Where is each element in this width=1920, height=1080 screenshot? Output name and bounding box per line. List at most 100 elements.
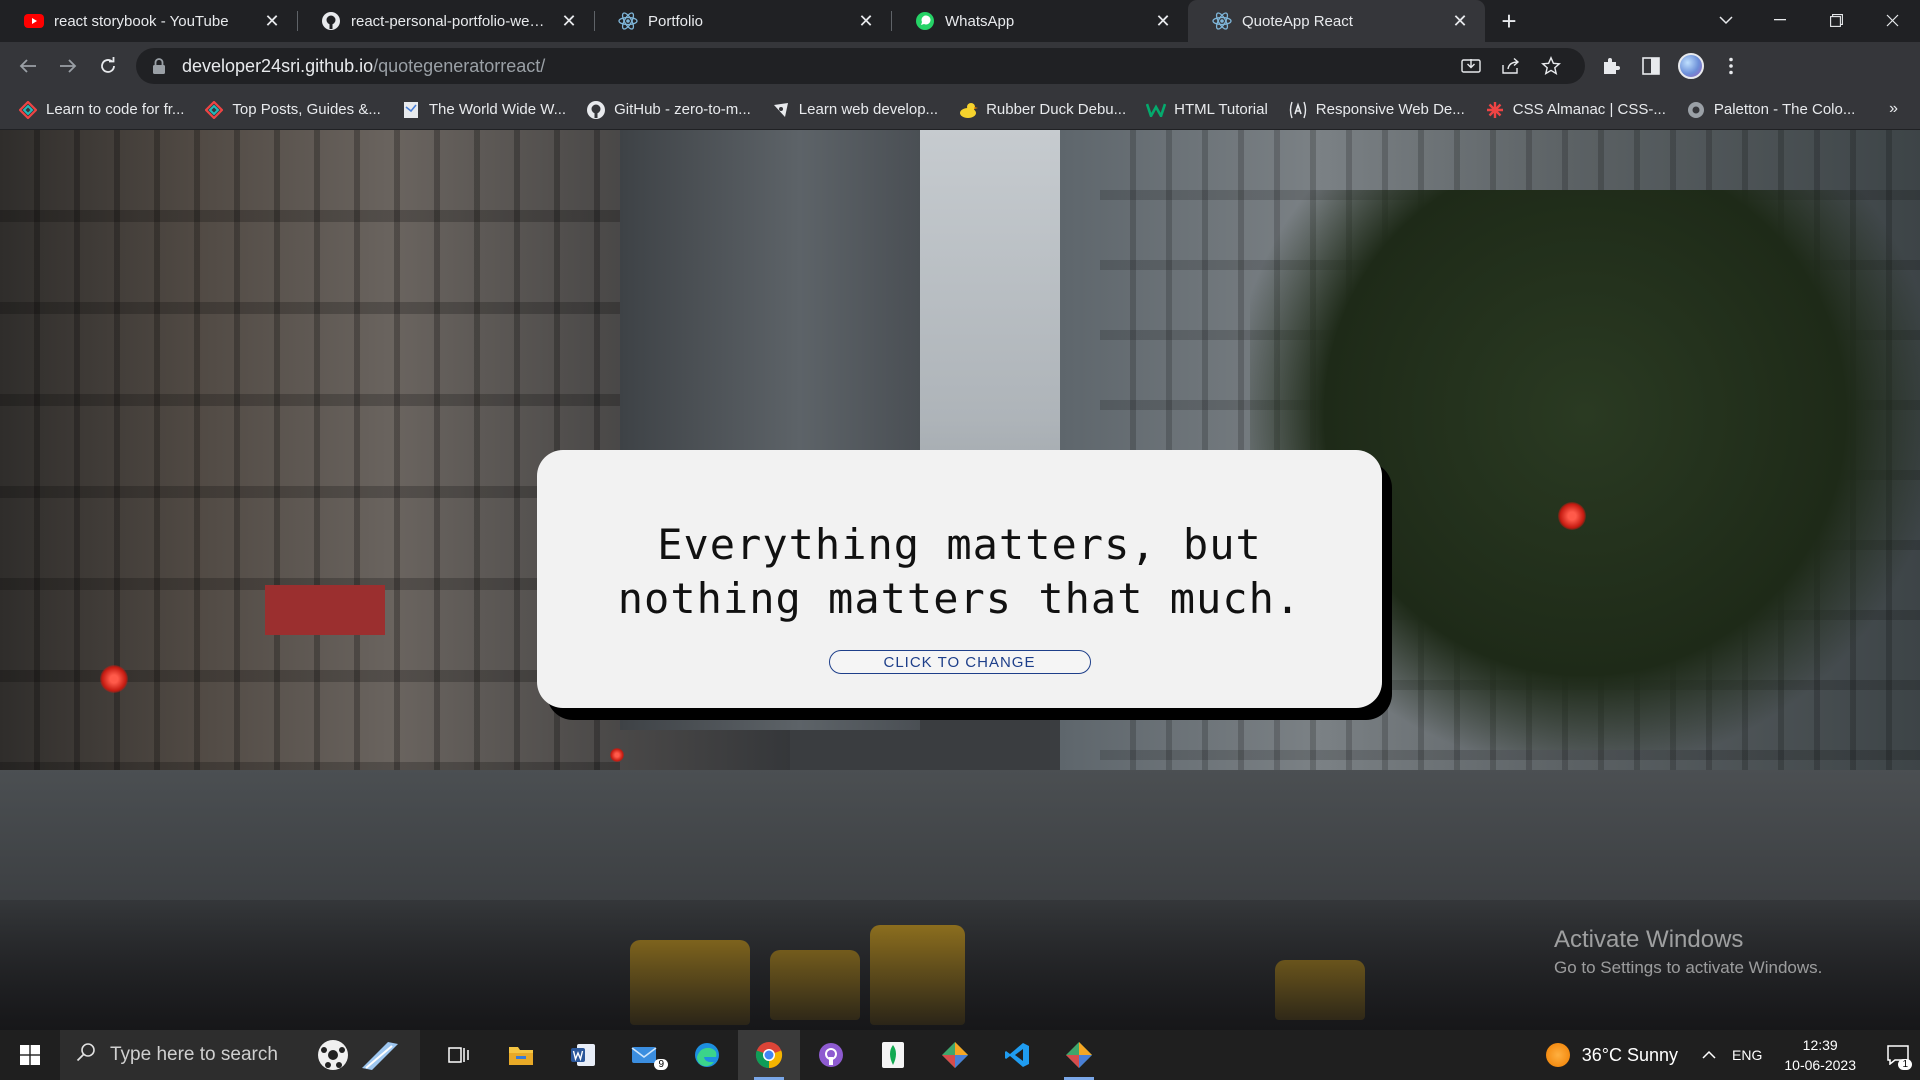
github-icon (586, 100, 606, 120)
close-icon[interactable]: ✕ (1449, 10, 1471, 32)
install-app-icon[interactable] (1451, 50, 1491, 82)
github-desktop-icon[interactable] (800, 1030, 862, 1080)
bookmarks-bar: Learn to code for fr... Top Posts, Guide… (0, 90, 1920, 130)
forward-button[interactable] (48, 46, 88, 86)
bookmark-label: Responsive Web De... (1315, 101, 1465, 118)
git-gui-icon[interactable] (1048, 1030, 1110, 1080)
youtube-icon (24, 11, 44, 31)
windows-taskbar: Type here to search 9 36°C Sunny ENG 12:… (0, 1030, 1920, 1080)
notification-center-button[interactable]: 1 (1876, 1030, 1920, 1080)
restore-button[interactable] (1808, 0, 1864, 40)
activate-windows-watermark: Activate Windows Go to Settings to activ… (1554, 926, 1822, 978)
system-tray: 36°C Sunny ENG 12:39 10-06-2023 1 (1545, 1030, 1920, 1080)
page-content: Everything matters, but nothing matters … (0, 130, 1920, 1030)
search-highlight-icon (316, 1038, 406, 1072)
bookmark-mdn[interactable]: Learn web develop... (769, 95, 948, 125)
browser-toolbar: developer24sri.github.io/quotegeneratorr… (0, 42, 1920, 90)
tab-whatsapp[interactable]: WhatsApp ✕ (891, 0, 1188, 42)
bookmark-label: The World Wide W... (428, 101, 567, 118)
bookmark-css-almanac[interactable]: CSS Almanac | CSS-... (1483, 95, 1676, 125)
bookmark-freecodecamp[interactable]: Learn to code for fr... (16, 95, 194, 125)
watermark-title: Activate Windows (1554, 926, 1744, 953)
page-icon (401, 100, 421, 120)
tab-title: WhatsApp (945, 12, 1015, 30)
close-icon[interactable]: ✕ (1152, 10, 1174, 32)
lock-icon[interactable] (152, 58, 168, 74)
reload-button[interactable] (88, 46, 128, 86)
mdn-icon (771, 100, 791, 120)
profile-avatar[interactable] (1671, 46, 1711, 86)
tab-github[interactable]: react-personal-portfolio-website ✕ (297, 0, 594, 42)
menu-icon[interactable] (1711, 46, 1751, 86)
task-view-icon[interactable] (428, 1030, 490, 1080)
avatar (1678, 53, 1704, 79)
start-button[interactable] (0, 1030, 60, 1080)
word-icon[interactable] (552, 1030, 614, 1080)
mail-badge: 9 (654, 1059, 668, 1070)
bookmark-label: Learn to code for fr... (46, 101, 185, 118)
watermark-subtitle: Go to Settings to activate Windows. (1554, 958, 1823, 977)
bookmark-html-tutorial[interactable]: HTML Tutorial (1144, 95, 1278, 125)
weather-widget[interactable]: 36°C Sunny (1545, 1043, 1678, 1067)
chevron-right-icon[interactable]: » (1889, 100, 1898, 118)
notification-badge: 1 (1898, 1059, 1912, 1070)
close-window-button[interactable] (1864, 0, 1920, 40)
mail-icon[interactable]: 9 (614, 1030, 676, 1080)
tab-portfolio[interactable]: Portfolio ✕ (594, 0, 891, 42)
chevron-up-icon[interactable] (1702, 1046, 1716, 1064)
a-icon (1288, 100, 1308, 120)
chrome-icon[interactable] (738, 1030, 800, 1080)
click-to-change-button[interactable]: CLICK TO CHANGE (828, 650, 1091, 674)
vscode-icon[interactable] (986, 1030, 1048, 1080)
bookmark-label: Rubber Duck Debu... (986, 101, 1127, 118)
share-icon[interactable] (1491, 50, 1531, 82)
whatsapp-icon (915, 11, 935, 31)
back-button[interactable] (8, 46, 48, 86)
file-explorer-icon[interactable] (490, 1030, 552, 1080)
tab-title: Portfolio (648, 12, 704, 30)
address-bar[interactable]: developer24sri.github.io/quotegeneratorr… (136, 48, 1585, 84)
clock-date: 10-06-2023 (1784, 1057, 1856, 1073)
freecodecamp-icon (18, 100, 38, 120)
extensions-icon[interactable] (1591, 46, 1631, 86)
bookmark-label: Top Posts, Guides &... (232, 101, 381, 118)
url-text[interactable]: developer24sri.github.io/quotegeneratorr… (182, 56, 1451, 77)
csstricks-icon (1485, 100, 1505, 120)
clock[interactable]: 12:39 10-06-2023 (1784, 1035, 1856, 1075)
github-icon (321, 11, 341, 31)
chevron-down-icon[interactable] (1700, 0, 1752, 40)
url-path: /quotegeneratorreact/ (373, 55, 546, 76)
dev-icon (204, 100, 224, 120)
tab-youtube[interactable]: react storybook - YouTube ✕ (0, 0, 297, 42)
git-icon[interactable] (924, 1030, 986, 1080)
edge-icon[interactable] (676, 1030, 738, 1080)
star-icon[interactable] (1531, 50, 1571, 82)
minimize-button[interactable] (1752, 0, 1808, 40)
quote-card: Everything matters, but nothing matters … (537, 450, 1382, 708)
clock-time: 12:39 (1802, 1037, 1838, 1053)
bookmark-responsive-web-design[interactable]: Responsive Web De... (1286, 95, 1475, 125)
tab-title: react storybook - YouTube (54, 12, 229, 30)
quote-text: Everything matters, but nothing matters … (617, 520, 1302, 623)
bookmark-label: Paletton - The Colo... (1713, 101, 1856, 118)
bookmark-github-zero-to-mastery[interactable]: GitHub - zero-to-m... (584, 95, 761, 125)
side-panel-icon[interactable] (1631, 46, 1671, 86)
paletton-icon (1686, 100, 1706, 120)
bookmark-rubber-duck[interactable]: Rubber Duck Debu... (956, 95, 1136, 125)
bookmark-top-posts[interactable]: Top Posts, Guides &... (202, 95, 390, 125)
w3schools-icon (1146, 100, 1167, 120)
language-indicator[interactable]: ENG (1732, 1047, 1762, 1063)
mongodb-compass-icon[interactable] (862, 1030, 924, 1080)
react-icon (618, 11, 638, 31)
close-icon[interactable]: ✕ (261, 10, 283, 32)
new-tab-button[interactable]: + (1489, 0, 1529, 42)
taskbar-search[interactable]: Type here to search (60, 1030, 420, 1080)
close-icon[interactable]: ✕ (855, 10, 877, 32)
tab-quoteapp[interactable]: QuoteApp React ✕ (1188, 0, 1485, 42)
close-icon[interactable]: ✕ (558, 10, 580, 32)
bookmark-world-wide-web[interactable]: The World Wide W... (399, 95, 576, 125)
bookmark-paletton[interactable]: Paletton - The Colo... (1684, 95, 1865, 125)
tab-strip: react storybook - YouTube ✕ react-person… (0, 0, 1920, 42)
sun-icon (1545, 1043, 1570, 1067)
tab-title: QuoteApp React (1242, 12, 1353, 30)
